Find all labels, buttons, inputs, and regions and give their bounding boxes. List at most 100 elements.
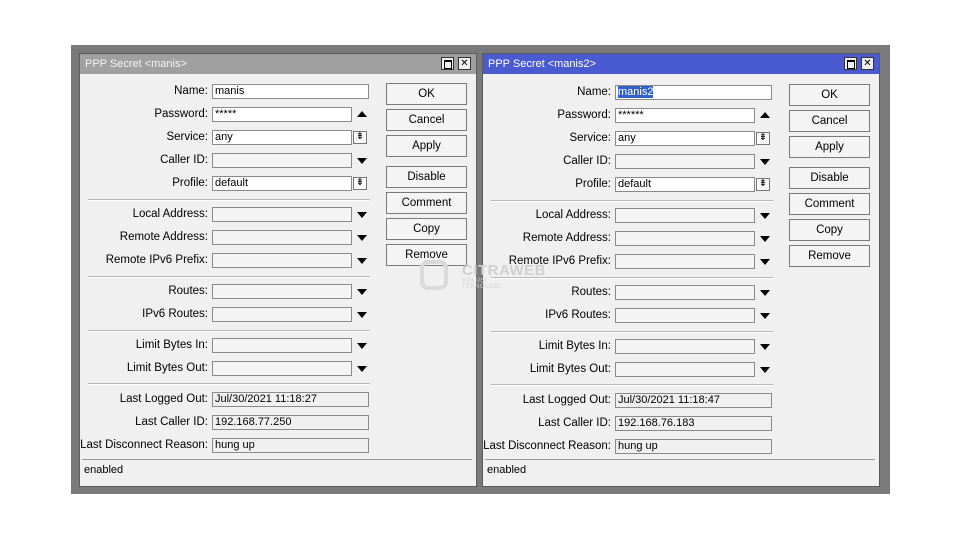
chevron-down-icon[interactable] [357,235,367,241]
section-divider [88,199,370,201]
password-input[interactable]: ****** [615,108,755,123]
comment-button[interactable]: Comment [789,193,870,215]
name-input[interactable]: manis [212,84,369,99]
section-divider [88,383,370,385]
section-divider [491,384,773,386]
password-label: Password: [154,108,208,120]
limit-bytes-in-input[interactable] [212,338,352,353]
last-disconnect-reason-label: Last Disconnect Reason: [483,440,611,452]
last-logged-out-value: Jul/30/2021 11:18:27 [212,392,369,407]
copy-button[interactable]: Copy [386,218,467,240]
chevron-down-icon[interactable] [760,290,770,296]
remote-ipv6-prefix-input[interactable] [615,254,755,269]
window-titlebar[interactable]: PPP Secret <manis> ✕ [80,54,476,74]
name-input-selected-text: manis2 [618,86,654,98]
limit-bytes-out-input[interactable] [615,362,755,377]
chevron-down-icon[interactable] [760,159,770,165]
local-address-input[interactable] [212,207,352,222]
ipv6-routes-label: IPv6 Routes: [142,308,208,320]
profile-label: Profile: [172,177,208,189]
collapse-arrow-icon[interactable] [760,112,770,118]
chevron-down-icon[interactable] [357,366,367,372]
chevron-down-icon[interactable] [357,212,367,218]
maximize-icon[interactable] [844,57,857,70]
ipv6-routes-input[interactable] [615,308,755,323]
routes-label: Routes: [571,286,611,298]
chevron-down-icon[interactable] [760,367,770,373]
last-disconnect-reason-value: hung up [212,438,369,453]
close-icon[interactable]: ✕ [458,57,471,70]
last-caller-id-value: 192.168.77.250 [212,415,369,430]
remote-address-label: Remote Address: [119,231,208,243]
dropdown-icon[interactable]: ⇟ [756,132,770,145]
last-logged-out-value: Jul/30/2021 11:18:47 [615,393,772,408]
caller-id-label: Caller ID: [563,155,611,167]
watermark-tagline: SOLUSI TEKNOLOGI [462,278,502,290]
ipv6-routes-input[interactable] [212,307,352,322]
chevron-down-icon[interactable] [357,312,367,318]
limit-bytes-out-label: Limit Bytes Out: [126,362,208,374]
disable-button[interactable]: Disable [386,166,467,188]
citraweb-logo-icon [420,260,448,290]
remote-address-input[interactable] [615,231,755,246]
name-label: Name: [174,85,208,97]
remote-address-input[interactable] [212,230,352,245]
dropdown-icon[interactable]: ⇟ [756,178,770,191]
limit-bytes-in-input[interactable] [615,339,755,354]
limit-bytes-out-input[interactable] [212,361,352,376]
last-caller-id-label: Last Caller ID: [538,417,611,429]
caller-id-input[interactable] [212,153,352,168]
section-divider [88,276,370,278]
apply-button[interactable]: Apply [789,136,870,158]
disable-button[interactable]: Disable [789,167,870,189]
chevron-down-icon[interactable] [760,236,770,242]
chevron-down-icon[interactable] [357,258,367,264]
chevron-down-icon[interactable] [760,313,770,319]
last-logged-out-label: Last Logged Out: [119,393,208,405]
chevron-down-icon[interactable] [357,289,367,295]
last-logged-out-label: Last Logged Out: [522,394,611,406]
local-address-input[interactable] [615,208,755,223]
dropdown-icon[interactable]: ⇟ [353,131,367,144]
chevron-down-icon[interactable] [357,158,367,164]
service-select[interactable]: any [615,131,755,146]
ok-button[interactable]: OK [789,84,870,106]
service-select[interactable]: any [212,130,352,145]
service-label: Service: [166,131,208,143]
profile-select[interactable]: default [615,177,755,192]
routes-input[interactable] [212,284,352,299]
remote-ipv6-prefix-label: Remote IPv6 Prefix: [105,254,208,266]
remote-address-label: Remote Address: [522,232,611,244]
name-input[interactable]: manis2 [615,85,772,100]
collapse-arrow-icon[interactable] [357,111,367,117]
cancel-button[interactable]: Cancel [386,109,467,131]
password-input[interactable]: ***** [212,107,352,122]
section-divider [88,330,370,332]
apply-button[interactable]: Apply [386,135,467,157]
dropdown-icon[interactable]: ⇟ [353,177,367,190]
ok-button[interactable]: OK [386,83,467,105]
window-titlebar[interactable]: PPP Secret <manis2> ✕ [483,54,879,74]
profile-select[interactable]: default [212,176,352,191]
limit-bytes-in-label: Limit Bytes In: [135,339,208,351]
local-address-label: Local Address: [535,209,611,221]
chevron-down-icon[interactable] [357,343,367,349]
routes-input[interactable] [615,285,755,300]
section-divider [491,331,773,333]
chevron-down-icon[interactable] [760,259,770,265]
close-icon[interactable]: ✕ [861,57,874,70]
chevron-down-icon[interactable] [760,213,770,219]
copy-button[interactable]: Copy [789,219,870,241]
ipv6-routes-label: IPv6 Routes: [545,309,611,321]
remote-ipv6-prefix-input[interactable] [212,253,352,268]
remove-button[interactable]: Remove [789,245,870,267]
service-label: Service: [569,132,611,144]
caller-id-input[interactable] [615,154,755,169]
name-label: Name: [577,86,611,98]
last-caller-id-label: Last Caller ID: [135,416,208,428]
chevron-down-icon[interactable] [760,344,770,350]
limit-bytes-out-label: Limit Bytes Out: [529,363,611,375]
comment-button[interactable]: Comment [386,192,467,214]
cancel-button[interactable]: Cancel [789,110,870,132]
maximize-icon[interactable] [441,57,454,70]
